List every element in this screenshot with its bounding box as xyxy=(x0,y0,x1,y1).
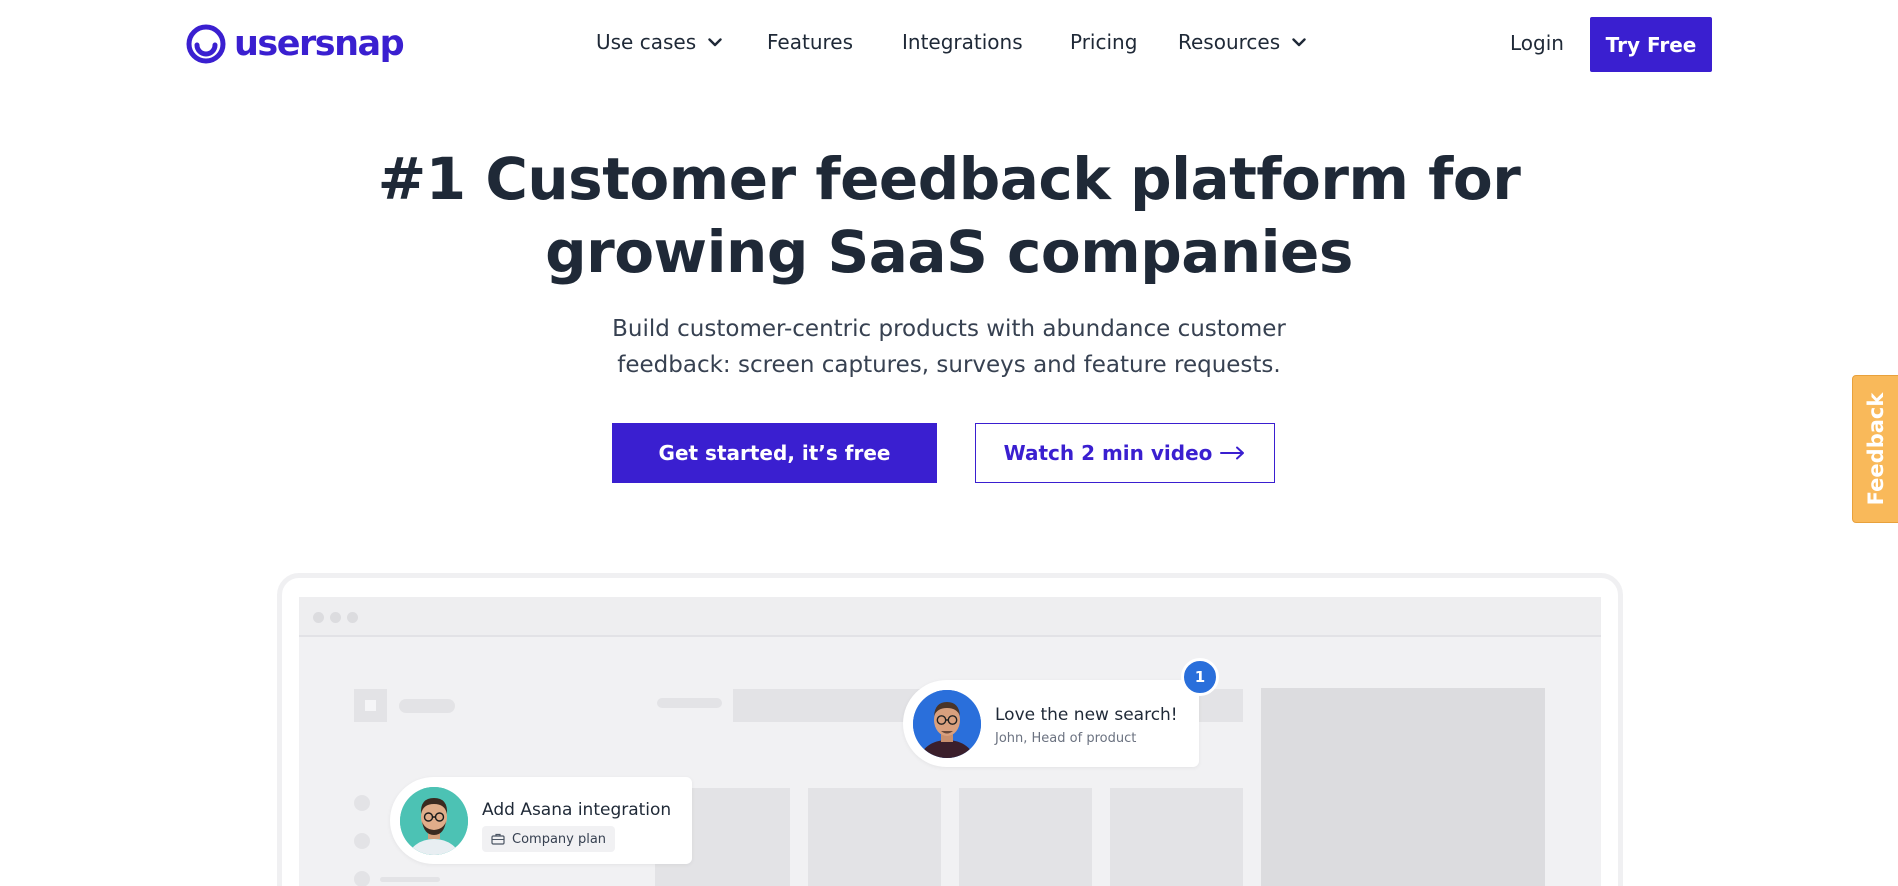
nav-use-cases[interactable]: Use cases xyxy=(596,30,722,54)
logo-wordmark: usersnap xyxy=(234,24,405,64)
wireframe-tile xyxy=(1110,788,1243,886)
nav-resources-label: Resources xyxy=(1178,30,1281,54)
nav-features[interactable]: Features xyxy=(767,30,853,54)
nav-pricing[interactable]: Pricing xyxy=(1070,30,1137,54)
mockup-browser-bar xyxy=(299,597,1601,637)
chevron-down-icon xyxy=(1292,37,1306,46)
arrow-right-icon xyxy=(1220,446,1245,460)
wireframe-bullet xyxy=(354,871,370,886)
login-link[interactable]: Login xyxy=(1510,31,1564,55)
chevron-down-icon xyxy=(708,37,722,46)
try-free-button[interactable]: Try Free xyxy=(1590,17,1712,72)
john-avatar xyxy=(913,690,981,758)
nav-pricing-label: Pricing xyxy=(1070,30,1138,54)
nav-integrations[interactable]: Integrations xyxy=(902,30,1023,54)
briefcase-icon xyxy=(491,833,505,845)
wireframe-title-bar xyxy=(399,699,455,713)
plan-tag: Company plan xyxy=(482,826,616,852)
usersnap-logo-icon xyxy=(186,24,226,64)
wireframe-bullet xyxy=(354,795,370,811)
person-avatar-icon xyxy=(400,787,468,855)
hero-subtitle-line-1: Build customer-centric products with abu… xyxy=(612,316,1286,342)
wireframe-bullet xyxy=(354,833,370,849)
nav-use-cases-label: Use cases xyxy=(596,30,697,54)
plan-tag-label: Company plan xyxy=(512,831,607,847)
comment-message: Love the new search! xyxy=(995,705,1178,725)
feedback-tab[interactable]: Feedback xyxy=(1852,375,1898,523)
watch-video-button[interactable]: Watch 2 min video xyxy=(975,423,1275,483)
comment-author: John, Head of product xyxy=(995,731,1137,746)
wireframe-logo-inner xyxy=(365,700,376,711)
request-message: Add Asana integration xyxy=(482,800,672,820)
nav-features-label: Features xyxy=(767,30,853,54)
top-navigation: usersnap Use cases Features Integrations… xyxy=(0,0,1898,88)
requester-avatar xyxy=(400,787,468,855)
usersnap-logo[interactable]: usersnap xyxy=(186,22,405,66)
window-dot xyxy=(330,612,341,623)
hero-title: #1 Customer feedback platform for growin… xyxy=(0,143,1898,289)
wireframe-label-bar xyxy=(657,698,722,708)
window-dot xyxy=(313,612,324,623)
nav-resources[interactable]: Resources xyxy=(1178,30,1306,54)
feedback-tab-label: Feedback xyxy=(1864,392,1888,506)
wireframe-line xyxy=(380,877,440,882)
wireframe-tile xyxy=(808,788,941,886)
wireframe-sidebar-panel xyxy=(1261,688,1545,886)
window-dot xyxy=(347,612,358,623)
hero-title-line-2: growing SaaS companies xyxy=(545,218,1353,286)
person-avatar-icon xyxy=(913,690,981,758)
nav-integrations-label: Integrations xyxy=(902,30,1023,54)
watch-video-label: Watch 2 min video xyxy=(1003,441,1213,465)
get-started-button[interactable]: Get started, it’s free xyxy=(612,423,937,483)
hero-title-line-1: #1 Customer feedback platform for xyxy=(377,145,1521,213)
comment-count-badge: 1 xyxy=(1181,658,1219,696)
hero-subtitle-line-2: feedback: screen captures, surveys and f… xyxy=(617,352,1281,378)
hero-subtitle: Build customer-centric products with abu… xyxy=(0,311,1898,383)
wireframe-tile xyxy=(959,788,1092,886)
